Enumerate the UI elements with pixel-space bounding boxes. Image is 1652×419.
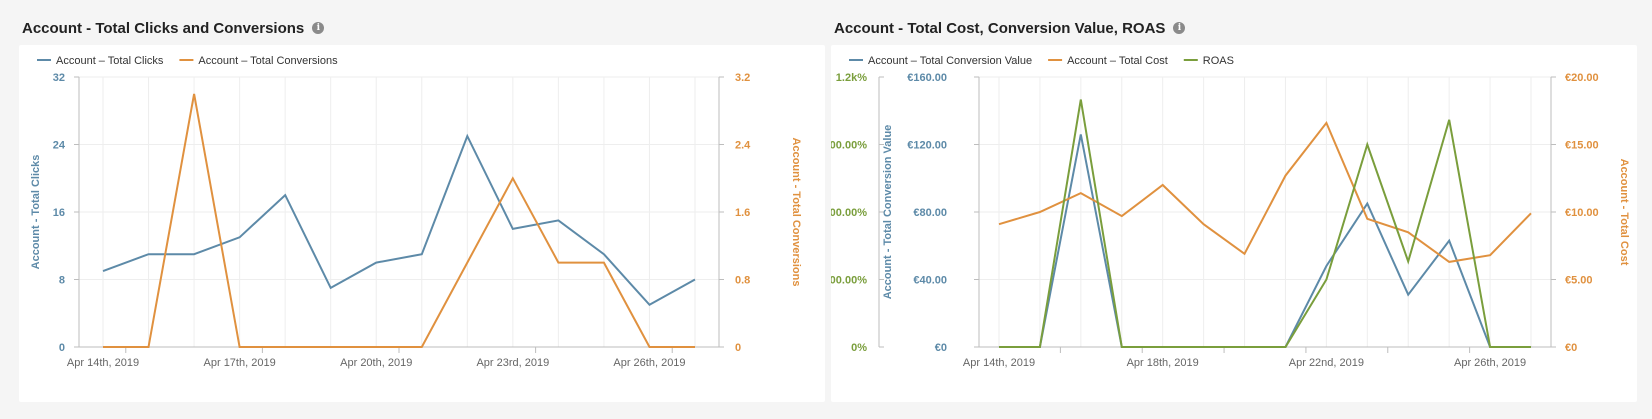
x-tick-label: Apr 18th, 2019: [1127, 357, 1199, 369]
y-tick-label: 600.00%: [831, 207, 867, 219]
x-tick-label: Apr 26th, 2019: [1454, 357, 1526, 369]
legend-label: Account – Total Conversion Value: [868, 55, 1032, 67]
series-line: [999, 99, 1531, 348]
x-tick-label: Apr 14th, 2019: [963, 357, 1035, 369]
info-icon[interactable]: i: [312, 22, 325, 34]
clicks-conversions-chart: Account – Total Clicks Account – Total Co…: [30, 55, 802, 369]
chart-card-clicks-conversions: Account – Total Clicks Account – Total Co…: [19, 45, 825, 402]
chart-card-cost-value-roas: Account – Total Conversion Value Account …: [814, 45, 1637, 402]
y-tick-label: 900.00%: [831, 140, 867, 152]
chart-title-cost-value-roas: Account - Total Cost, Conversion Value, …: [834, 18, 1186, 38]
x-tick-label: Apr 26th, 2019: [613, 357, 685, 369]
x-tick-label: Apr 14th, 2019: [67, 357, 139, 369]
info-icon[interactable]: i: [1173, 22, 1186, 34]
y-axis-title: Account - Total Clicks: [30, 155, 42, 270]
y-axis-title: Account - Total Conversions: [790, 138, 802, 287]
legend-label: Account – Total Clicks: [56, 55, 164, 67]
y-tick-label: €40.00: [913, 275, 947, 287]
y-tick-label: €15.00: [1565, 140, 1599, 152]
y-tick-label: €80.00: [913, 207, 947, 219]
chart-title-clicks-conversions: Account - Total Clicks and Conversions i: [22, 18, 325, 38]
y-tick-label: 1.2k%: [836, 72, 867, 84]
y-tick-label: 16: [53, 207, 65, 219]
series-line: [999, 134, 1531, 348]
y-tick-label: €0: [1565, 342, 1577, 354]
series-line: [103, 93, 695, 348]
x-tick-label: Apr 17th, 2019: [204, 357, 276, 369]
y-axis-title: Account - Total Cost: [1618, 159, 1630, 266]
cost-value-roas-chart: Account – Total Conversion Value Account …: [814, 55, 1630, 369]
legend-label: Account – Total Cost: [1067, 55, 1168, 67]
y-tick-label: 0: [59, 342, 65, 354]
y-tick-label: 0%: [851, 342, 867, 354]
y-tick-label: €160.00: [907, 72, 947, 84]
y-tick-label: 3.2: [735, 72, 750, 84]
y-tick-label: 32: [53, 72, 65, 84]
y-tick-label: 300.00%: [831, 275, 867, 287]
x-tick-label: Apr 22nd, 2019: [1289, 357, 1364, 369]
y-tick-label: €5.00: [1565, 275, 1593, 287]
y-tick-label: €20.00: [1565, 72, 1599, 84]
chart-title-text: Account - Total Cost, Conversion Value, …: [834, 19, 1166, 37]
chart-title-text: Account - Total Clicks and Conversions: [22, 19, 305, 37]
y-tick-label: 0: [735, 342, 741, 354]
legend-label: ROAS: [1203, 55, 1234, 67]
y-tick-label: 8: [59, 275, 65, 287]
y-tick-label: 2.4: [735, 140, 751, 152]
y-tick-label: €120.00: [907, 140, 947, 152]
y-tick-label: €10.00: [1565, 207, 1599, 219]
y-tick-label: 1.6: [735, 207, 750, 219]
y-tick-label: 0.8: [735, 275, 750, 287]
y-tick-label: €0: [935, 342, 947, 354]
y-tick-label: 24: [53, 140, 66, 152]
x-tick-label: Apr 20th, 2019: [340, 357, 412, 369]
legend-label: Account – Total Conversions: [198, 55, 338, 67]
y-axis-title: Account - Total Conversion Value: [882, 125, 894, 300]
x-tick-label: Apr 23rd, 2019: [476, 357, 549, 369]
